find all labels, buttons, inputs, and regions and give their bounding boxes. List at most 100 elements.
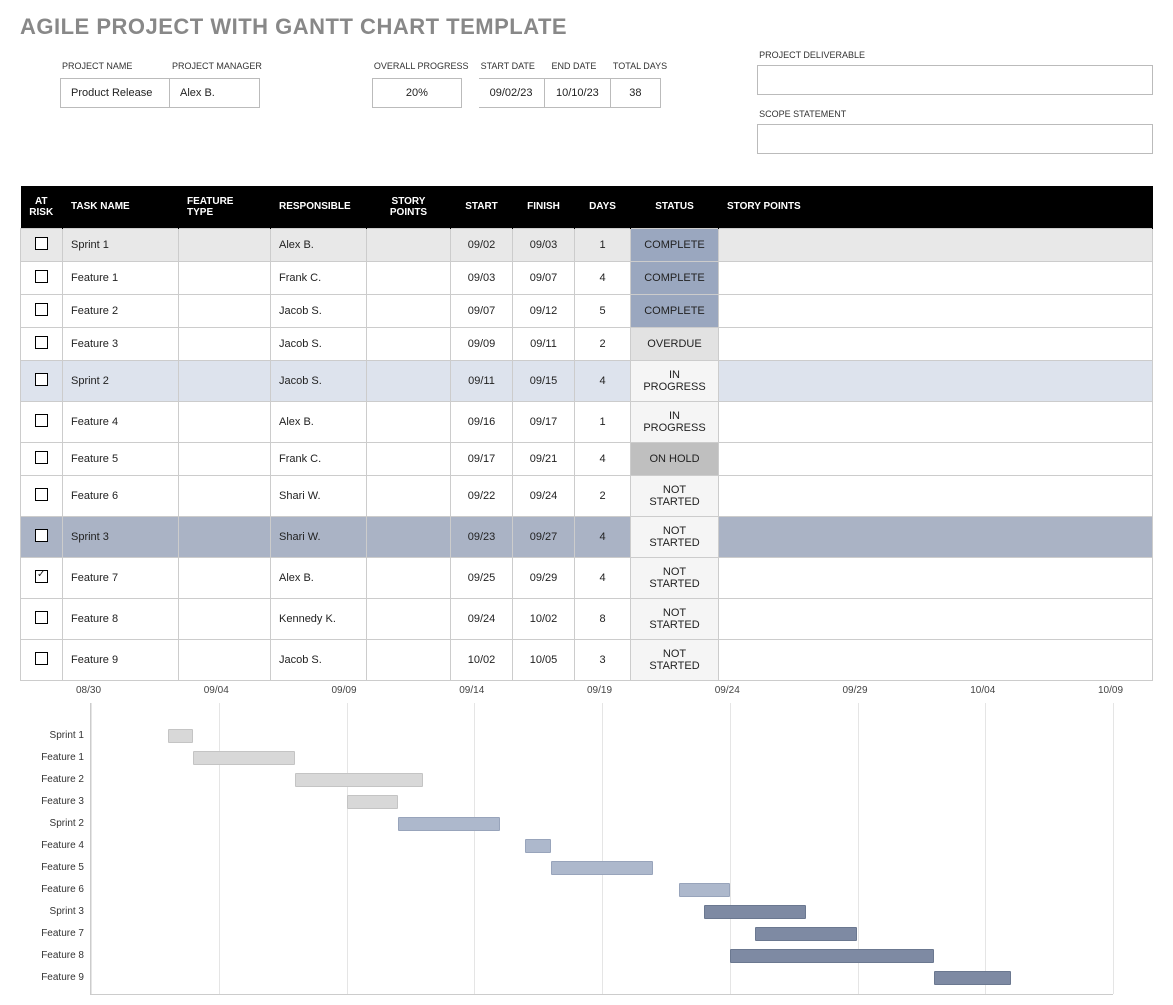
cell-story-points[interactable] [367,442,451,475]
cell-story-points[interactable] [367,557,451,598]
cell-responsible[interactable]: Frank C. [271,261,367,294]
cell-story-points-2[interactable] [719,401,1153,442]
cell-story-points-2[interactable] [719,516,1153,557]
cell-feature-type[interactable] [179,401,271,442]
cell-status[interactable]: COMPLETE [631,294,719,327]
cell-story-points[interactable] [367,261,451,294]
at-risk-checkbox[interactable] [35,303,48,316]
cell-task[interactable]: Feature 1 [63,261,179,294]
cell-responsible[interactable]: Shari W. [271,516,367,557]
at-risk-checkbox[interactable] [35,570,48,583]
cell-feature-type[interactable] [179,475,271,516]
cell-feature-type[interactable] [179,294,271,327]
cell-task[interactable]: Sprint 1 [63,228,179,261]
cell-story-points[interactable] [367,360,451,401]
cell-start[interactable]: 09/25 [451,557,513,598]
project-name-value[interactable]: Product Release [60,78,170,108]
cell-story-points[interactable] [367,294,451,327]
cell-finish[interactable]: 10/02 [513,598,575,639]
cell-start[interactable]: 09/11 [451,360,513,401]
cell-responsible[interactable]: Frank C. [271,442,367,475]
cell-start[interactable]: 09/09 [451,327,513,360]
cell-finish[interactable]: 09/03 [513,228,575,261]
cell-finish[interactable]: 09/29 [513,557,575,598]
cell-responsible[interactable]: Jacob S. [271,327,367,360]
cell-start[interactable]: 09/02 [451,228,513,261]
at-risk-checkbox[interactable] [35,414,48,427]
cell-story-points[interactable] [367,598,451,639]
cell-story-points-2[interactable] [719,598,1153,639]
cell-story-points-2[interactable] [719,327,1153,360]
cell-finish[interactable]: 09/12 [513,294,575,327]
at-risk-checkbox[interactable] [35,237,48,250]
deliverable-input[interactable] [757,65,1153,95]
cell-responsible[interactable]: Jacob S. [271,639,367,680]
cell-start[interactable]: 10/02 [451,639,513,680]
at-risk-checkbox[interactable] [35,529,48,542]
cell-feature-type[interactable] [179,639,271,680]
at-risk-checkbox[interactable] [35,336,48,349]
cell-status[interactable]: NOT STARTED [631,475,719,516]
at-risk-checkbox[interactable] [35,488,48,501]
cell-feature-type[interactable] [179,516,271,557]
cell-task[interactable]: Feature 5 [63,442,179,475]
at-risk-checkbox[interactable] [35,611,48,624]
cell-story-points[interactable] [367,639,451,680]
cell-feature-type[interactable] [179,228,271,261]
cell-task[interactable]: Feature 8 [63,598,179,639]
cell-status[interactable]: ON HOLD [631,442,719,475]
cell-status[interactable]: NOT STARTED [631,557,719,598]
cell-responsible[interactable]: Alex B. [271,401,367,442]
cell-task[interactable]: Feature 7 [63,557,179,598]
cell-story-points[interactable] [367,401,451,442]
cell-start[interactable]: 09/23 [451,516,513,557]
at-risk-checkbox[interactable] [35,373,48,386]
at-risk-checkbox[interactable] [35,652,48,665]
scope-input[interactable] [757,124,1153,154]
cell-status[interactable]: NOT STARTED [631,598,719,639]
cell-start[interactable]: 09/22 [451,475,513,516]
cell-task[interactable]: Feature 3 [63,327,179,360]
cell-start[interactable]: 09/24 [451,598,513,639]
cell-story-points-2[interactable] [719,639,1153,680]
cell-task[interactable]: Feature 2 [63,294,179,327]
cell-feature-type[interactable] [179,261,271,294]
cell-story-points-2[interactable] [719,475,1153,516]
cell-feature-type[interactable] [179,557,271,598]
cell-finish[interactable]: 09/17 [513,401,575,442]
cell-responsible[interactable]: Kennedy K. [271,598,367,639]
cell-status[interactable]: NOT STARTED [631,516,719,557]
cell-task[interactable]: Feature 9 [63,639,179,680]
cell-finish[interactable]: 10/05 [513,639,575,680]
cell-start[interactable]: 09/07 [451,294,513,327]
cell-finish[interactable]: 09/11 [513,327,575,360]
cell-finish[interactable]: 09/15 [513,360,575,401]
cell-responsible[interactable]: Alex B. [271,228,367,261]
cell-start[interactable]: 09/17 [451,442,513,475]
cell-story-points[interactable] [367,475,451,516]
cell-responsible[interactable]: Jacob S. [271,294,367,327]
at-risk-checkbox[interactable] [35,451,48,464]
cell-story-points-2[interactable] [719,294,1153,327]
cell-story-points[interactable] [367,516,451,557]
cell-finish[interactable]: 09/27 [513,516,575,557]
cell-task[interactable]: Sprint 3 [63,516,179,557]
cell-story-points-2[interactable] [719,557,1153,598]
cell-feature-type[interactable] [179,598,271,639]
cell-responsible[interactable]: Alex B. [271,557,367,598]
cell-finish[interactable]: 09/07 [513,261,575,294]
cell-responsible[interactable]: Shari W. [271,475,367,516]
cell-feature-type[interactable] [179,360,271,401]
cell-task[interactable]: Feature 4 [63,401,179,442]
cell-story-points-2[interactable] [719,261,1153,294]
cell-start[interactable]: 09/16 [451,401,513,442]
cell-responsible[interactable]: Jacob S. [271,360,367,401]
cell-feature-type[interactable] [179,442,271,475]
cell-status[interactable]: COMPLETE [631,228,719,261]
cell-story-points-2[interactable] [719,442,1153,475]
cell-finish[interactable]: 09/24 [513,475,575,516]
cell-task[interactable]: Sprint 2 [63,360,179,401]
cell-story-points[interactable] [367,327,451,360]
cell-story-points[interactable] [367,228,451,261]
cell-story-points-2[interactable] [719,228,1153,261]
